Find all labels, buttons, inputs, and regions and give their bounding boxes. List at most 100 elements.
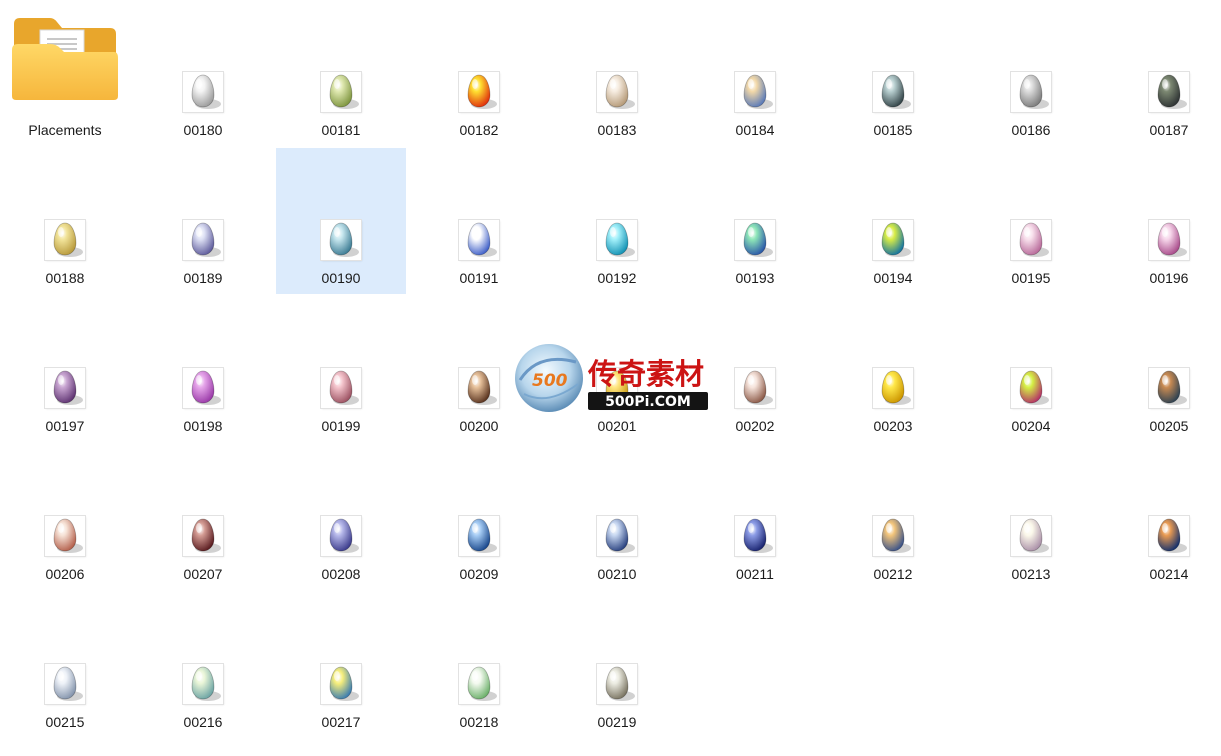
egg-thumbnail-icon — [1149, 72, 1189, 112]
file-label: 00194 — [873, 270, 913, 286]
file-grid: Placements 00180 00181 00182 00183 00184 00185… — [0, 0, 1221, 756]
file-label: 00186 — [1011, 122, 1051, 138]
file-label: 00180 — [183, 122, 223, 138]
folder-icon — [10, 16, 120, 102]
file-item[interactable]: 00187 — [1104, 0, 1221, 146]
file-item[interactable]: 00211 — [690, 444, 820, 590]
file-item[interactable]: 00186 — [966, 0, 1096, 146]
file-label: 00219 — [597, 714, 637, 730]
egg-thumbnail-icon — [321, 664, 361, 704]
egg-thumbnail-icon — [1011, 516, 1051, 556]
file-item[interactable]: 00183 — [552, 0, 682, 146]
egg-thumbnail-icon — [1011, 368, 1051, 408]
file-label: 00187 — [1149, 122, 1189, 138]
file-item[interactable]: 00206 — [0, 444, 130, 590]
file-label: 00213 — [1011, 566, 1051, 582]
egg-thumbnail-icon — [183, 516, 223, 556]
file-item[interactable]: 00207 — [138, 444, 268, 590]
file-label: 00184 — [735, 122, 775, 138]
file-label: 00199 — [321, 418, 361, 434]
file-item[interactable]: 00188 — [0, 148, 130, 294]
file-label: 00212 — [873, 566, 913, 582]
egg-thumbnail-icon — [45, 664, 85, 704]
file-item[interactable]: 00212 — [828, 444, 958, 590]
egg-thumbnail-icon — [1149, 368, 1189, 408]
egg-thumbnail-icon — [1011, 72, 1051, 112]
file-label: 00193 — [735, 270, 775, 286]
file-item[interactable]: 00214 — [1104, 444, 1221, 590]
file-label: 00218 — [459, 714, 499, 730]
file-label: 00188 — [45, 270, 85, 286]
file-item[interactable]: 00193 — [690, 148, 820, 294]
file-label: 00182 — [459, 122, 499, 138]
file-item[interactable]: 00181 — [276, 0, 406, 146]
file-label: 00214 — [1149, 566, 1189, 582]
file-item[interactable]: 00202 — [690, 296, 820, 442]
file-item[interactable]: 00219 — [552, 592, 682, 738]
file-label: 00206 — [45, 566, 85, 582]
file-item[interactable]: 00208 — [276, 444, 406, 590]
egg-thumbnail-icon — [183, 664, 223, 704]
file-item[interactable]: 00201 — [552, 296, 682, 442]
file-label: 00189 — [183, 270, 223, 286]
file-label: 00202 — [735, 418, 775, 434]
file-label: 00207 — [183, 566, 223, 582]
file-item[interactable]: 00185 — [828, 0, 958, 146]
folder-item[interactable]: Placements — [0, 0, 130, 146]
egg-thumbnail-icon — [735, 368, 775, 408]
egg-thumbnail-icon — [735, 516, 775, 556]
egg-thumbnail-icon — [735, 220, 775, 260]
file-item[interactable]: 00205 — [1104, 296, 1221, 442]
file-item[interactable]: 00197 — [0, 296, 130, 442]
file-item[interactable]: 00203 — [828, 296, 958, 442]
file-item[interactable]: 00204 — [966, 296, 1096, 442]
egg-thumbnail-icon — [735, 72, 775, 112]
file-item[interactable]: 00210 — [552, 444, 682, 590]
file-label: 00183 — [597, 122, 637, 138]
folder-label: Placements — [28, 122, 102, 138]
egg-thumbnail-icon — [321, 220, 361, 260]
file-item[interactable]: 00218 — [414, 592, 544, 738]
egg-thumbnail-icon — [45, 220, 85, 260]
file-item[interactable]: 00189 — [138, 148, 268, 294]
file-label: 00209 — [459, 566, 499, 582]
file-label: 00216 — [183, 714, 223, 730]
file-item[interactable]: 00215 — [0, 592, 130, 738]
egg-thumbnail-icon — [183, 220, 223, 260]
file-item[interactable]: 00209 — [414, 444, 544, 590]
file-item[interactable]: 00198 — [138, 296, 268, 442]
file-item[interactable]: 00217 — [276, 592, 406, 738]
file-label: 00198 — [183, 418, 223, 434]
file-item[interactable]: 00216 — [138, 592, 268, 738]
file-label: 00181 — [321, 122, 361, 138]
egg-thumbnail-icon — [183, 368, 223, 408]
file-item[interactable]: 00190 — [276, 148, 406, 294]
file-label: 00203 — [873, 418, 913, 434]
egg-thumbnail-icon — [597, 72, 637, 112]
file-item[interactable]: 00196 — [1104, 148, 1221, 294]
file-label: 00191 — [459, 270, 499, 286]
file-item[interactable]: 00195 — [966, 148, 1096, 294]
egg-thumbnail-icon — [1149, 220, 1189, 260]
file-item[interactable]: 00180 — [138, 0, 268, 146]
file-item[interactable]: 00213 — [966, 444, 1096, 590]
file-label: 00205 — [1149, 418, 1189, 434]
file-label: 00217 — [321, 714, 361, 730]
file-label: 00210 — [597, 566, 637, 582]
file-item[interactable]: 00199 — [276, 296, 406, 442]
file-item[interactable]: 00194 — [828, 148, 958, 294]
file-item[interactable]: 00182 — [414, 0, 544, 146]
file-item[interactable]: 00200 — [414, 296, 544, 442]
file-label: 00200 — [459, 418, 499, 434]
file-item[interactable]: 00192 — [552, 148, 682, 294]
file-label: 00190 — [321, 270, 361, 286]
egg-thumbnail-icon — [459, 220, 499, 260]
file-label: 00195 — [1011, 270, 1051, 286]
file-label: 00208 — [321, 566, 361, 582]
file-item[interactable]: 00191 — [414, 148, 544, 294]
file-label: 00192 — [597, 270, 637, 286]
egg-thumbnail-icon — [459, 516, 499, 556]
egg-thumbnail-icon — [459, 368, 499, 408]
egg-thumbnail-icon — [873, 72, 913, 112]
file-item[interactable]: 00184 — [690, 0, 820, 146]
